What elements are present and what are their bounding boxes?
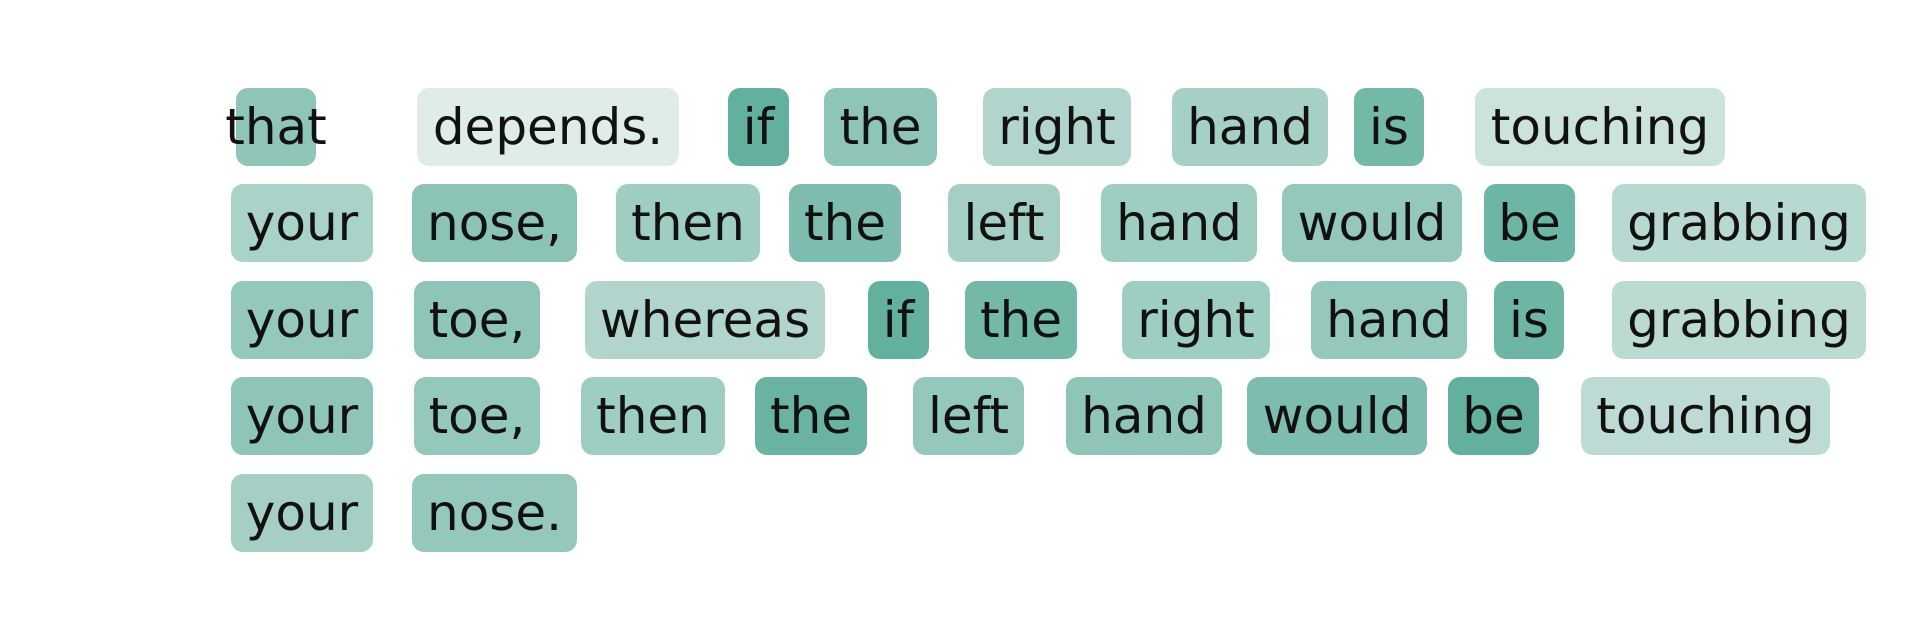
token-chip: hand [1066, 377, 1222, 455]
token-chip: nose, [412, 184, 577, 262]
token-chip: be [1448, 377, 1539, 455]
token-chip: touching [1581, 377, 1830, 455]
token-chip: that [225, 88, 327, 166]
token-chip: right [983, 88, 1131, 166]
token-weight-visualization: that depends. if the right hand is touching your… [0, 0, 1919, 637]
token-chip: hand [1101, 184, 1257, 262]
token-chip: hand [1172, 88, 1328, 166]
token-chip: if [868, 281, 929, 359]
token-chip: hand [1311, 281, 1467, 359]
token-chip: then [616, 184, 760, 262]
token-chip: the [789, 184, 901, 262]
token-chip: grabbing [1612, 184, 1866, 262]
token-chip: left [948, 184, 1060, 262]
token-chip: whereas [585, 281, 825, 359]
token-chip: toe, [414, 281, 540, 359]
token-chip: right [1122, 281, 1270, 359]
token-chip: toe, [414, 377, 540, 455]
token-chip: touching [1475, 88, 1725, 166]
token-chip: your [231, 281, 373, 359]
token-chip: grabbing [1612, 281, 1866, 359]
token-chip: is [1494, 281, 1564, 359]
token-chip: your [231, 474, 373, 552]
token-chip: the [824, 88, 937, 166]
token-chip: your [231, 377, 373, 455]
token-chip: is [1354, 88, 1424, 166]
token-chip: your [231, 184, 373, 262]
token-chip: would [1282, 184, 1462, 262]
token-chip: the [965, 281, 1077, 359]
token-chip: then [581, 377, 725, 455]
token-chip: nose. [412, 474, 577, 552]
token-chip: the [755, 377, 867, 455]
token-chip: would [1247, 377, 1427, 455]
token-chip: depends. [417, 88, 679, 166]
token-chip: if [728, 88, 789, 166]
token-chip: be [1484, 184, 1575, 262]
token-chip: left [913, 377, 1024, 455]
